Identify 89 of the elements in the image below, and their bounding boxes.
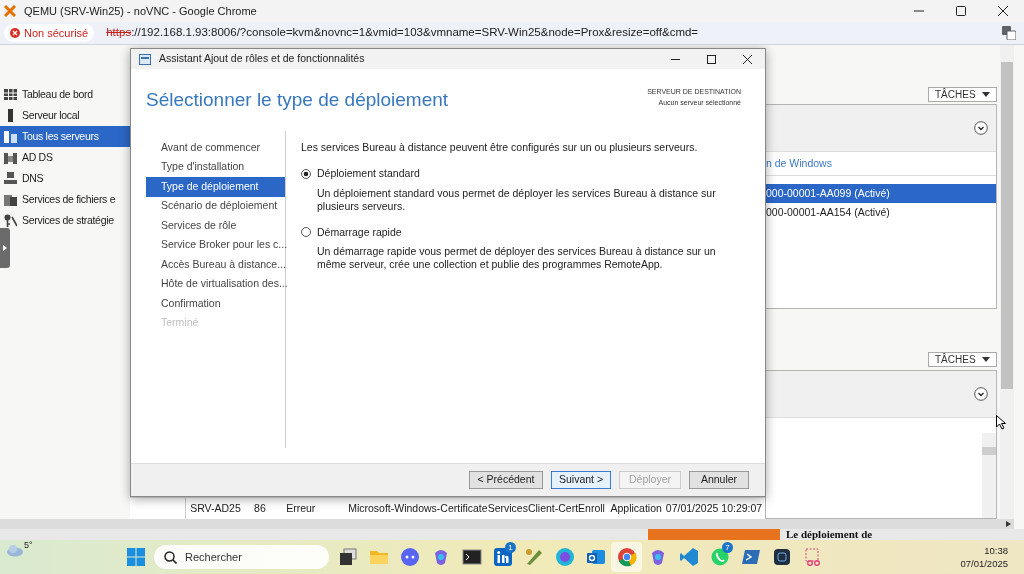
table-cell-text: Microsoft-Windows-CertificateServicesClient-CertEnroll (347, 500, 606, 516)
tasks-button[interactable]: TÂCHES (928, 352, 997, 367)
option-label[interactable]: Déploiement standard (317, 165, 420, 182)
wizard-step[interactable]: Accès Bureau à distance... (146, 255, 285, 275)
wizard-step[interactable]: Hôte de virtualisation des... (146, 274, 285, 294)
wizard-step[interactable]: Type de déploiement (146, 177, 285, 197)
linkedin-icon (492, 547, 513, 567)
taskbar-app[interactable]: 7 (704, 542, 735, 572)
expand-icon[interactable] (974, 121, 988, 135)
cloud-icon (6, 543, 24, 557)
caret-icon (982, 357, 990, 362)
wizard-step[interactable]: Type d'installation (146, 157, 285, 177)
wizard-step[interactable]: Scénario de déploiement (146, 196, 285, 216)
sidebar-item[interactable]: Tableau de bord (0, 84, 130, 105)
radio-button[interactable] (301, 227, 311, 238)
table-cell-text: Application (609, 500, 662, 516)
option-description: Un déploiement standard vous permet de déployer les services Bureau à distance sur plusieurs serveurs. (316, 186, 717, 213)
url-text[interactable]: https://192.168.1.93:8006/?console=kvm&novnc=1&vmid=103&vmname=SRV-Win25&node=Prox&resize=off&cmd= (106, 24, 699, 42)
close-icon (742, 54, 752, 64)
table-cell-text: 07/01/2025 10:29:07 (664, 500, 764, 516)
wizard-step[interactable]: Service Broker pour les c... (146, 235, 285, 255)
table-cell-text: 86 (253, 500, 267, 516)
mail-icon (585, 547, 606, 567)
translate-icon (1002, 26, 1016, 40)
phone-chat-icon (709, 547, 730, 567)
table-cell-text: Erreur (285, 500, 317, 516)
scrollbar[interactable] (982, 433, 996, 518)
dialog-button[interactable]: Annuler (689, 471, 749, 489)
table-cell-text: SRV-AD25 (189, 500, 242, 516)
scissors-icon (802, 547, 823, 567)
network-icon (4, 172, 17, 185)
wizard-icon (139, 53, 151, 65)
caret-icon (982, 92, 990, 97)
sidebar-item[interactable]: Services de stratégie (0, 210, 130, 231)
sidebar-item[interactable]: AD DS (0, 147, 130, 168)
wizard-step[interactable]: Confirmation (146, 294, 285, 314)
terminal-icon (461, 547, 482, 567)
clock-date[interactable]: 07/01/2025 (960, 557, 1008, 570)
list-row[interactable]: 000-00001-AA099 (Activé) (766, 184, 996, 203)
dialog-title: Assistant Ajout de rôles et de fonctionnalités (159, 51, 365, 67)
scrollbar[interactable] (1000, 45, 1014, 519)
radio-button[interactable] (301, 168, 311, 179)
window-stack-icon (337, 547, 358, 567)
chat-bubble-icon (399, 547, 420, 567)
panel-handle[interactable] (0, 228, 10, 268)
app-logo-icon (4, 5, 16, 17)
sidebar-item[interactable]: DNS (0, 168, 130, 189)
wizard-step[interactable]: Services de rôle (146, 216, 285, 236)
taskbar-app[interactable]: 1 (487, 542, 518, 572)
weather-temperature[interactable]: 5° (24, 539, 33, 553)
arrow-icon (1006, 521, 1011, 527)
maximize-icon (706, 54, 716, 64)
dialog-button[interactable]: < Précédent (469, 471, 543, 489)
search-field[interactable]: Rechercher (154, 545, 329, 569)
close-icon (998, 6, 1008, 16)
sidebar-item[interactable]: Services de fichiers e (0, 189, 130, 210)
search-icon (164, 550, 177, 564)
notification-badge: 7 (722, 542, 733, 553)
tasks-button[interactable]: TÂCHES (928, 87, 997, 102)
list-row[interactable]: 000-00001-AA154 (Activé) (766, 203, 996, 222)
folders-icon (4, 193, 17, 206)
shell-icon (740, 547, 761, 567)
scrollbar[interactable] (0, 519, 1014, 529)
sidebar-item[interactable]: Serveur local (0, 105, 130, 126)
clock-time[interactable]: 10:38 (984, 544, 1008, 557)
warning-icon (10, 28, 20, 38)
windows-logo-icon (127, 548, 145, 566)
expand-icon[interactable] (974, 387, 988, 401)
webpage-heading: Le déploiement de (786, 529, 873, 540)
column-header[interactable]: n de Windows (766, 155, 832, 172)
sidebar-item[interactable]: Tous les serveurs (0, 126, 130, 147)
dialog-button[interactable]: Suivant > (551, 471, 611, 489)
servers-icon (4, 130, 17, 143)
circle-app-icon (554, 547, 575, 567)
app-icon (771, 547, 792, 567)
wizard-step[interactable]: Avant de commencer (146, 138, 285, 158)
option-label[interactable]: Démarrage rapide (317, 224, 402, 241)
dashboard-icon (4, 88, 17, 101)
key-icon (4, 214, 17, 227)
page-heading: Sélectionner le type de déploiement (146, 90, 449, 109)
security-chip[interactable]: Non sécurisé (4, 24, 95, 42)
option-description: Un démarrage rapide vous permet de déployer des services Bureau à distance sur un même serveur, crée une collection et publie des programmes RemoteApp. (316, 245, 717, 272)
security-label: Non sécurisé (24, 25, 89, 41)
chrome-icon (616, 547, 637, 567)
arrow-icon (3, 245, 7, 251)
window-title: QEMU (SRV-Win25) - noVNC - Google Chrome (24, 3, 257, 19)
maximize-icon (956, 6, 966, 16)
notification-badge: 1 (505, 542, 516, 553)
intro-text: Les services Bureau à distance peuvent être configurés sur un ou plusieurs serveurs. (301, 140, 699, 155)
